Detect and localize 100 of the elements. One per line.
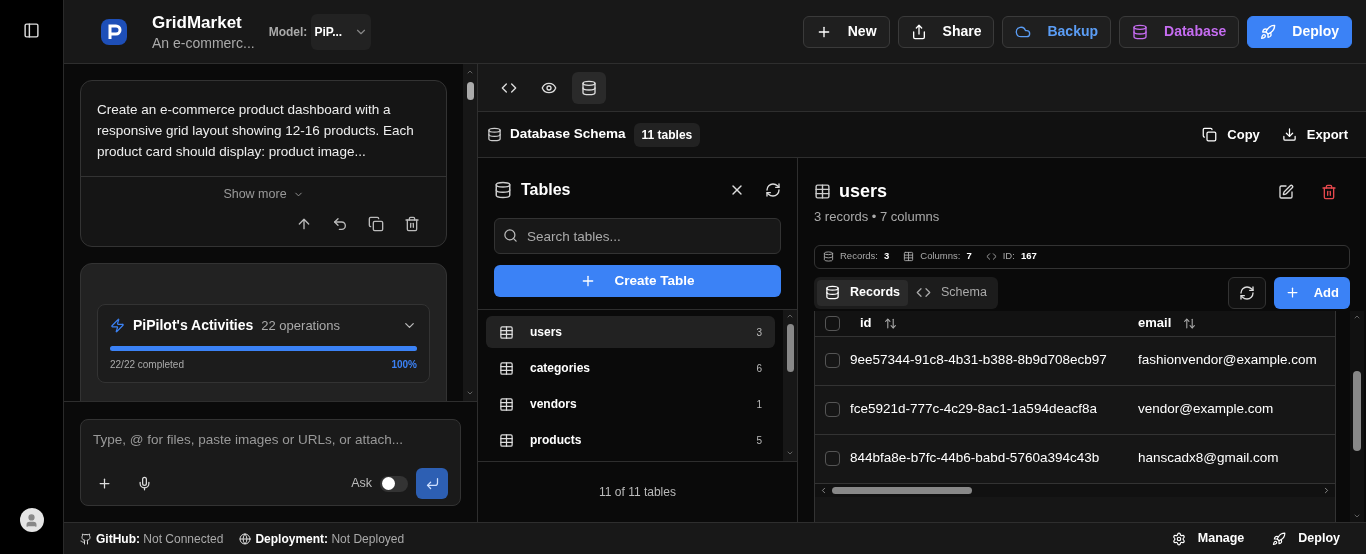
new-button[interactable]: New [802, 15, 890, 48]
record-count: 6 [756, 361, 762, 376]
scrollbar[interactable] [783, 310, 797, 461]
trash-icon[interactable] [404, 215, 420, 232]
github-icon [80, 532, 92, 545]
table-icon [903, 251, 915, 262]
activity-title: PiPilot's Activities [133, 315, 254, 335]
edit-icon[interactable] [1278, 183, 1294, 200]
scroll-up-icon[interactable] [465, 68, 475, 76]
table-cell-text: hanscadx8@gmail.com [1138, 449, 1279, 468]
table-cell-text: vendor@example.com [1138, 400, 1274, 419]
column-header[interactable]: id [860, 313, 872, 333]
model-label: Model: [268, 23, 308, 41]
scroll-down-icon[interactable] [785, 449, 795, 457]
search-icon [503, 228, 518, 243]
record-count: 5 [756, 433, 762, 448]
logo-icon [100, 17, 128, 46]
deploy-button[interactable]: Deploy [1272, 529, 1340, 548]
rocket-icon [1272, 531, 1287, 546]
create-table-button[interactable]: Create Table [494, 265, 781, 297]
database-button[interactable]: Database [1119, 15, 1240, 48]
model-select[interactable]: PiP... [311, 13, 372, 50]
records-tab[interactable]: Records [817, 279, 909, 306]
avatar-icon[interactable] [19, 508, 44, 532]
message-input[interactable]: Type, @ for files, paste images or URLs, or attach... [93, 430, 448, 451]
refresh-button[interactable] [1227, 276, 1266, 309]
scroll-right-icon[interactable] [1322, 485, 1331, 495]
stat-label: ID: [1002, 249, 1015, 264]
table-list-item[interactable]: users 3 [486, 316, 775, 348]
table-icon [499, 396, 514, 412]
table-name: users [530, 324, 563, 341]
gear-icon [1171, 531, 1186, 546]
send-button[interactable] [416, 468, 448, 499]
show-more-button[interactable]: Show more [223, 185, 304, 204]
database-icon [487, 127, 502, 142]
database-icon [825, 285, 840, 300]
record-count: 1 [756, 397, 762, 412]
scrollbar[interactable] [1350, 310, 1364, 522]
stat-value: 7 [966, 249, 972, 264]
sort-icon[interactable] [883, 316, 897, 330]
add-button[interactable]: Add [1273, 276, 1350, 309]
scroll-thumb[interactable] [1353, 370, 1361, 451]
ask-label: Ask [351, 475, 372, 493]
manage-button[interactable]: Manage [1171, 529, 1245, 548]
ask-toggle[interactable] [380, 475, 408, 492]
undo-icon[interactable] [332, 215, 348, 232]
schema-tab[interactable]: Schema [908, 279, 995, 306]
scroll-down-icon[interactable] [465, 389, 475, 397]
row-checkbox[interactable] [825, 353, 840, 368]
table-cell-text: 844bfa8e-b7fc-44b6-babd-5760a394c43b [850, 449, 1101, 468]
select-all-checkbox[interactable] [825, 315, 840, 331]
search-field[interactable]: Search tables... [494, 218, 781, 254]
sort-icon[interactable] [1183, 316, 1197, 330]
row-checkbox[interactable] [825, 402, 840, 417]
scroll-up-icon[interactable] [785, 312, 795, 320]
microphone-icon[interactable] [137, 476, 152, 491]
database-icon [581, 79, 597, 96]
table-list-item[interactable]: categories 6 [486, 352, 775, 384]
row-checkbox[interactable] [825, 451, 840, 466]
scroll-thumb[interactable] [786, 324, 794, 372]
export-button[interactable]: Export [1281, 124, 1348, 145]
copy-button[interactable]: Copy [1202, 124, 1260, 145]
delete-icon[interactable] [1321, 183, 1337, 200]
database-icon [494, 181, 512, 199]
globe-icon [239, 532, 252, 545]
deployment-status: Deployment: Not Deployed [255, 530, 405, 548]
share-button[interactable]: Share [897, 15, 995, 48]
table-list-item[interactable]: vendors 1 [486, 388, 775, 420]
scroll-thumb[interactable] [832, 486, 972, 494]
code-icon [916, 285, 932, 300]
table-count-badge: 11 tables [633, 122, 701, 147]
project-name: GridMarket [152, 11, 243, 34]
sidebar-toggle-icon[interactable] [23, 22, 40, 39]
progress-percent: 100% [391, 357, 417, 372]
table-icon [814, 183, 831, 200]
plus-icon [1284, 285, 1300, 300]
table-cell-text: 9ee57344-91c8-4b31-b388-8b9d708ecb97 [850, 351, 1108, 370]
table-name: vendors [530, 396, 577, 413]
scroll-thumb[interactable] [466, 82, 474, 100]
deploy-button[interactable]: Deploy [1247, 15, 1352, 48]
refresh-icon [1238, 284, 1255, 301]
table-list-item[interactable]: products 5 [486, 424, 775, 456]
backup-button[interactable]: Backup [1002, 15, 1112, 48]
column-header[interactable]: email [1138, 313, 1172, 333]
stat-value: 167 [1020, 249, 1037, 264]
scroll-left-icon[interactable] [819, 485, 828, 495]
scroll-down-icon[interactable] [1352, 512, 1362, 520]
message-text: Create an e-commerce product dashboard with a responsive grid layout showing 12-16 products. Each product card should display: product image... [96, 101, 415, 161]
enter-icon [424, 476, 440, 491]
download-icon [1281, 127, 1297, 142]
record-count: 3 [756, 325, 762, 340]
tables-footer: 11 of 11 tables [599, 483, 676, 501]
table-icon [499, 432, 514, 448]
scrollbar[interactable] [463, 64, 477, 401]
stat-label: Records: [840, 249, 878, 264]
copy-icon[interactable] [368, 215, 384, 232]
database-tab[interactable] [572, 71, 606, 104]
progress-text: 22/22 completed [110, 357, 184, 372]
refresh-icon[interactable] [765, 182, 781, 198]
plus-icon[interactable] [97, 476, 112, 491]
